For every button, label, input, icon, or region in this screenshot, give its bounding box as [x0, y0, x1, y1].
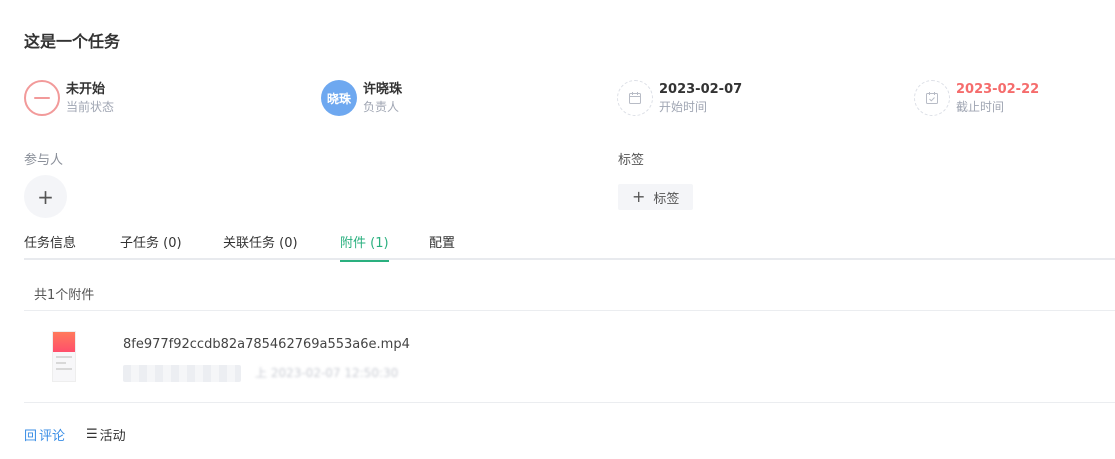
avatar: 晓珠	[321, 80, 357, 116]
assignee-label: 负责人	[363, 100, 400, 114]
due-date-field[interactable]: 2023-02-22 截止时间	[914, 79, 1039, 117]
status-label: 当前状态	[66, 100, 115, 114]
tab-subtasks[interactable]: 子任务 (0)	[120, 232, 182, 260]
list-icon: ☰	[86, 427, 98, 442]
calendar-check-icon	[914, 80, 950, 116]
assignee-field[interactable]: 晓珠 许晓珠 负责人	[321, 79, 402, 117]
activity-label: 活动	[99, 429, 126, 444]
tab-config[interactable]: 配置	[429, 232, 455, 260]
tab-attachments[interactable]: 附件 (1)	[340, 232, 389, 262]
task-detail-page: 这是一个任务 未开始 当前状态 晓珠 许晓珠 负责人 2023-02-07 开始…	[0, 0, 1115, 459]
add-participant-button[interactable]: +	[24, 175, 67, 218]
divider	[24, 310, 1115, 311]
tab-task-info[interactable]: 任务信息	[24, 232, 76, 260]
comment-label: 评论	[39, 429, 66, 444]
task-title[interactable]: 这是一个任务	[24, 28, 120, 52]
attachment-file-name[interactable]: 8fe977f92ccdb82a785462769a553a6e.mp4	[123, 337, 410, 352]
plus-icon: +	[632, 187, 646, 206]
comment-tab[interactable]: 回 评论	[24, 425, 65, 444]
add-tag-label: 标签	[653, 191, 680, 207]
task-tabs: 任务信息 子任务 (0) 关联任务 (0) 附件 (1) 配置	[24, 224, 1115, 262]
comment-icon: 回	[24, 429, 38, 444]
status-not-started-icon	[24, 80, 60, 116]
add-tag-button[interactable]: + 标签	[618, 184, 694, 210]
start-date-value: 2023-02-07	[659, 82, 743, 97]
start-date-label: 开始时间	[659, 100, 708, 114]
participants-label: 参与人	[24, 153, 64, 168]
due-date-label: 截止时间	[956, 100, 1005, 114]
start-date-field[interactable]: 2023-02-07 开始时间	[617, 79, 742, 117]
activity-tab[interactable]: ☰ 活动	[86, 425, 126, 444]
status-value: 未开始	[66, 82, 106, 97]
due-date-value: 2023-02-22	[956, 82, 1040, 97]
blurred-uploader	[123, 365, 241, 382]
assignee-name: 许晓珠	[363, 82, 403, 97]
tab-related-tasks[interactable]: 关联任务 (0)	[223, 232, 298, 260]
status-field[interactable]: 未开始 当前状态	[24, 79, 114, 117]
tags-label: 标签	[618, 153, 645, 168]
attachment-count: 共1个附件	[34, 288, 95, 303]
plus-icon: +	[37, 184, 54, 209]
attachment-thumbnail[interactable]	[52, 331, 76, 382]
blurred-upload-meta: 上 2023-02-07 12:50:30	[255, 366, 399, 380]
calendar-icon	[617, 80, 653, 116]
divider	[24, 402, 1115, 403]
